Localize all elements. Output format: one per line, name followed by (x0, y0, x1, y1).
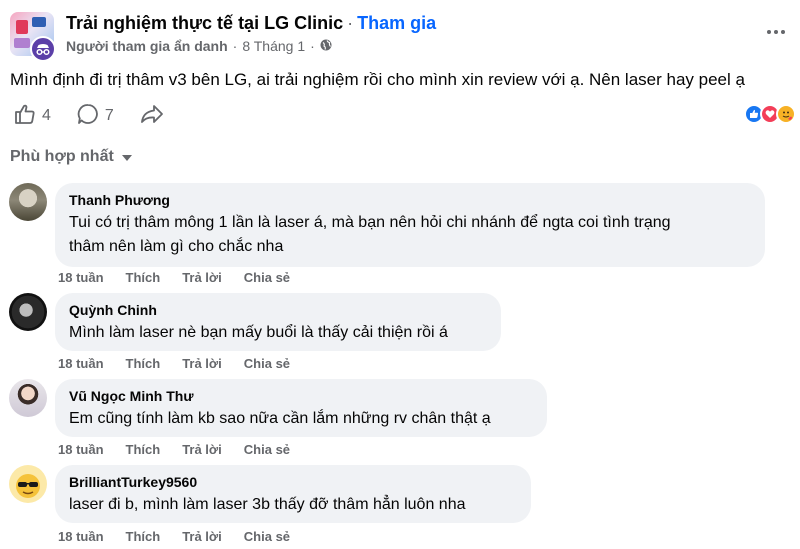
comment-text-line: Tui có trị thâm mông 1 lần là laser á, m… (69, 214, 671, 231)
comment-text-line: Mình làm laser nè bạn mấy buổi là thấy c… (69, 324, 448, 341)
sort-label: Phù hợp nhất (10, 148, 114, 165)
comment-time[interactable]: 18 tuần (58, 356, 104, 371)
anonymous-icon (30, 36, 56, 62)
post-author[interactable]: Người tham gia ẩn danh (66, 38, 228, 54)
comment-bubble: Thanh Phương Tui có trị thâm mông 1 lần … (55, 183, 765, 267)
comment-like-button[interactable]: Thích (126, 270, 161, 285)
comment-reply-button[interactable]: Trả lời (182, 529, 222, 544)
meta-separator: · (232, 38, 238, 54)
comment-reply-button[interactable]: Trả lời (182, 356, 222, 371)
comment-actions: 18 tuần Thích Trả lời Chia sẻ (58, 529, 290, 544)
commenter-name[interactable]: Thanh Phương (69, 191, 751, 209)
more-options-icon[interactable] (764, 22, 788, 42)
avatar[interactable] (9, 183, 47, 221)
like-count: 4 (42, 107, 51, 124)
comment-bubble: BrilliantTurkey9560 laser đi b, mình làm… (55, 465, 531, 523)
comment-actions: 18 tuần Thích Trả lời Chia sẻ (58, 356, 290, 371)
comment-time[interactable]: 18 tuần (58, 442, 104, 457)
join-link[interactable]: Tham gia (357, 13, 436, 33)
comment-button[interactable]: 7 (77, 103, 114, 130)
comment-text-line: Em cũng tính làm kb sao nữa cần lắm nhữn… (69, 410, 491, 427)
group-avatar[interactable] (10, 12, 56, 62)
comment-like-button[interactable]: Thích (126, 356, 161, 371)
comment-reply-button[interactable]: Trả lời (182, 270, 222, 285)
share-arrow-icon (140, 103, 164, 130)
like-button[interactable]: 4 (14, 104, 51, 129)
comment-like-button[interactable]: Thích (126, 442, 161, 457)
comment-like-button[interactable]: Thích (126, 529, 161, 544)
comment-time[interactable]: 18 tuần (58, 270, 104, 285)
chevron-down-icon (121, 155, 132, 161)
post-header: Trải nghiệm thực tế tại LG Clinic · Tham g… (8, 10, 792, 62)
avatar[interactable] (9, 465, 47, 503)
comment-share-button[interactable]: Chia sẻ (244, 529, 290, 544)
post-actions: 4 7 (14, 102, 190, 130)
comment-share-button[interactable]: Chia sẻ (244, 270, 290, 285)
thumbs-up-icon (14, 104, 36, 129)
commenter-name[interactable]: Vũ Ngọc Minh Thư (69, 387, 533, 405)
comment-reply-button[interactable]: Trả lời (182, 442, 222, 457)
comment-bubble: Vũ Ngọc Minh Thư Em cũng tính làm kb sao… (55, 379, 547, 437)
comment-count: 7 (104, 107, 114, 124)
group-name-link[interactable]: Trải nghiệm thực tế tại LG Clinic (66, 13, 343, 33)
comment-actions: 18 tuần Thích Trả lời Chia sẻ (58, 270, 290, 285)
post-body: Mình định đi trị thâm v3 bên LG, ai trải… (10, 70, 745, 89)
sunglasses-emoji-icon (16, 474, 40, 498)
comment-bubble: Quỳnh Chinh Mình làm laser nè bạn mấy bu… (55, 293, 501, 351)
avatar[interactable] (9, 379, 47, 417)
comment-share-button[interactable]: Chia sẻ (244, 442, 290, 457)
post-date[interactable]: 8 Tháng 1 (242, 38, 305, 54)
commenter-name[interactable]: Quỳnh Chinh (69, 301, 487, 319)
comment-bubble-icon (77, 103, 99, 130)
comment-time[interactable]: 18 tuần (58, 529, 104, 544)
comment-share-button[interactable]: Chia sẻ (244, 356, 290, 371)
care-reaction-icon (776, 104, 796, 124)
avatar[interactable] (9, 293, 47, 331)
group-title: Trải nghiệm thực tế tại LG Clinic · Tham g… (66, 13, 437, 33)
comment-actions: 18 tuần Thích Trả lời Chia sẻ (58, 442, 290, 457)
meta-separator: · (310, 38, 315, 54)
comment-text-line: thâm nên làm gì cho chắc nha (69, 238, 284, 255)
share-button[interactable] (140, 103, 164, 130)
comment-sort-dropdown[interactable]: Phù hợp nhất (10, 148, 132, 166)
reaction-summary[interactable] (744, 104, 796, 124)
commenter-name[interactable]: BrilliantTurkey9560 (69, 473, 517, 491)
comment-text-line: laser đi b, mình làm laser 3b thấy đỡ th… (69, 496, 466, 513)
post-meta: Người tham gia ẩn danh · 8 Tháng 1 · (66, 38, 332, 54)
globe-icon (320, 38, 332, 54)
